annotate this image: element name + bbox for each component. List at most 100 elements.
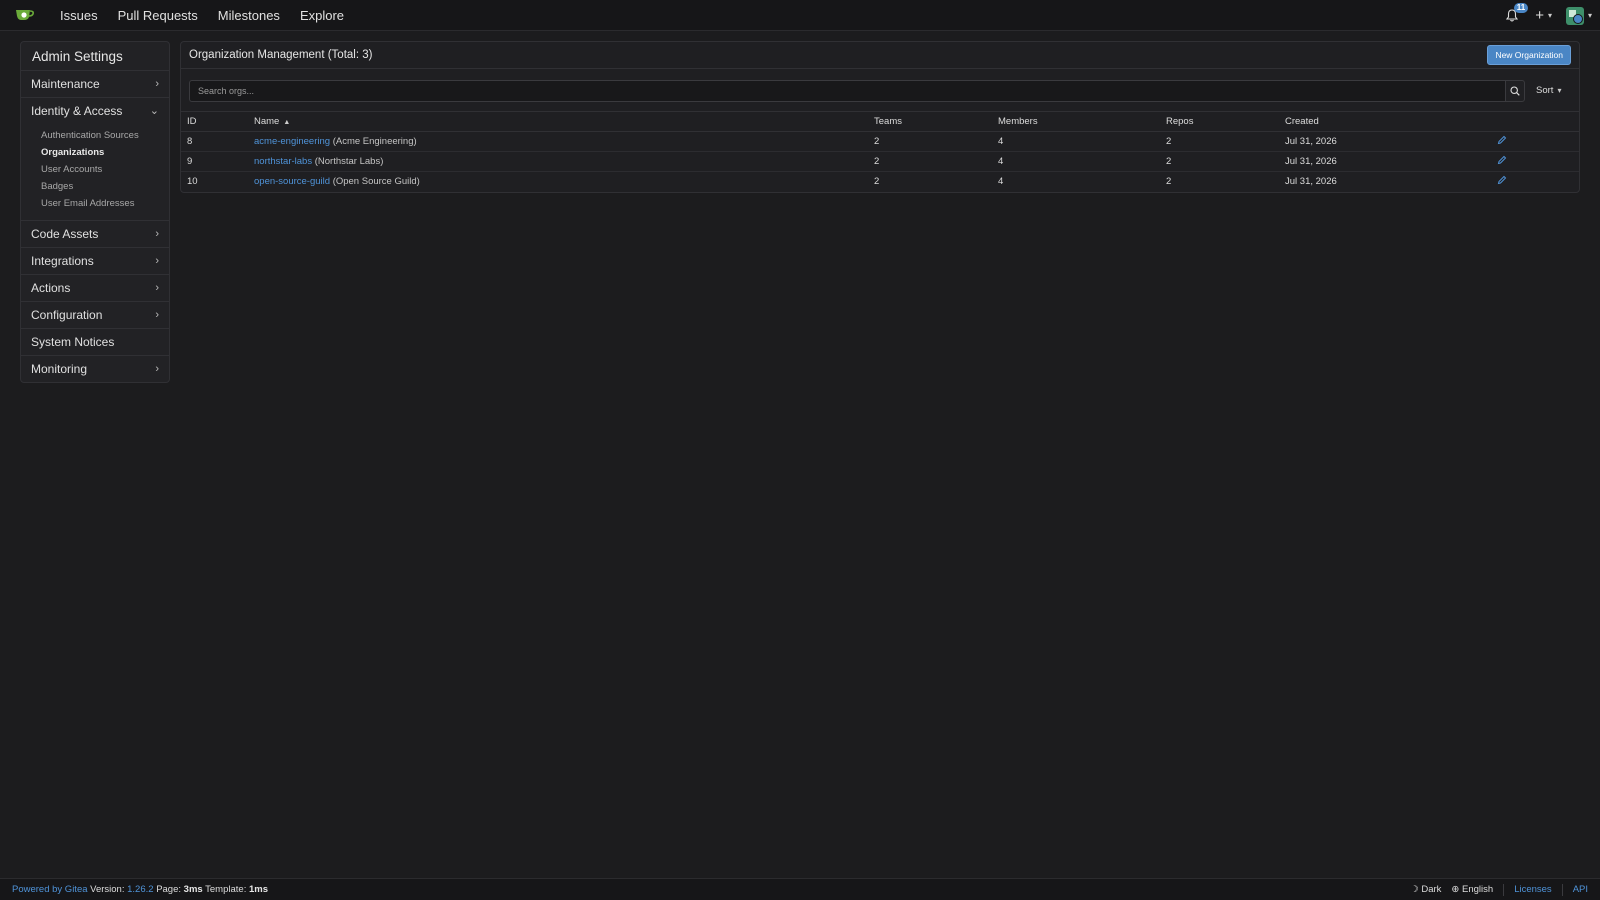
sidebar-item-label: Identity & Access [31,104,123,118]
sort-ascending-icon: ▲ [283,119,291,126]
nav-pull-requests[interactable]: Pull Requests [108,0,208,31]
footer-divider [1561,883,1563,896]
sidebar-item-code-assets[interactable]: Code Assets › [21,221,169,248]
org-name-cell: open-source-guild (Open Source Guild) [248,172,868,192]
edit-cell [1491,172,1579,192]
globe-icon: ⊕ [1451,884,1460,895]
table-row: 10 open-source-guild (Open Source Guild)… [181,172,1579,192]
api-link[interactable]: API [1573,879,1588,900]
sort-dropdown[interactable]: Sort ▾ [1536,80,1561,102]
edit-pencil-icon[interactable] [1497,175,1507,185]
sidebar-item-configuration[interactable]: Configuration › [21,302,169,329]
column-header-teams[interactable]: Teams [868,111,992,132]
search-icon [1510,86,1520,96]
panel-header: Organization Management (Total: 3) New O… [181,42,1579,69]
caret-down-icon: ▾ [1547,11,1552,20]
sidebar-subitem-user-accounts[interactable]: User Accounts [41,161,169,178]
chevron-right-icon: › [155,228,159,240]
language-label: English [1462,884,1494,895]
column-header-created[interactable]: Created [1279,111,1491,132]
org-repos: 2 [1160,151,1279,172]
nav-explore[interactable]: Explore [290,0,354,31]
search-bar: Sort ▾ [189,80,1573,102]
nav-right-group: 11 + ▾ ▾ [1503,0,1592,31]
sidebar-item-actions[interactable]: Actions › [21,275,169,302]
page-label: Page: [156,884,182,895]
sidebar-item-label: Monitoring [31,362,88,376]
sidebar-item-identity-access[interactable]: Identity & Access ⌄ Authentication Sourc… [21,98,169,221]
org-id: 10 [187,176,198,188]
new-organization-button[interactable]: New Organization [1487,45,1571,65]
sidebar-subitem-authentication-sources[interactable]: Authentication Sources [41,127,169,144]
search-input[interactable] [189,80,1505,102]
edit-pencil-icon[interactable] [1497,135,1507,145]
org-full-name: (Open Source Guild) [332,176,420,188]
chevron-right-icon: › [155,282,159,294]
footer-divider [1503,883,1505,896]
version-link[interactable]: 1.26.2 [127,884,153,895]
powered-by-link[interactable]: Powered by Gitea [12,884,88,895]
column-header-members[interactable]: Members [992,111,1160,132]
edit-pencil-icon[interactable] [1497,155,1507,165]
org-id: 9 [181,151,248,172]
chevron-right-icon: › [155,255,159,267]
org-name-cell: northstar-labs (Northstar Labs) [248,151,868,172]
moon-icon: ☽ [1410,884,1419,895]
chevron-right-icon: › [155,78,159,90]
sidebar-item-system-notices[interactable]: System Notices [21,329,169,356]
org-repos: 2 [1166,176,1172,188]
sidebar-title: Admin Settings [21,42,169,71]
template-label: Template: [205,884,247,895]
version-label: Version: [90,884,125,895]
org-management-panel: Organization Management (Total: 3) New O… [180,41,1580,193]
sidebar-item-monitoring[interactable]: Monitoring › [21,356,169,382]
template-time: 1ms [248,884,268,895]
theme-label: Dark [1421,884,1442,895]
sidebar-item-label: System Notices [31,335,115,349]
column-header-repos[interactable]: Repos [1160,111,1279,132]
sidebar-subitem-badges[interactable]: Badges [41,178,169,195]
create-menu-button[interactable]: + ▾ [1535,7,1552,24]
org-members: 4 [998,176,1004,188]
sidebar-subitem-user-email-addresses[interactable]: User Email Addresses [41,195,169,212]
column-header-id[interactable]: ID [181,111,248,132]
sidebar-item-integrations[interactable]: Integrations › [21,248,169,275]
sidebar-item-label: Integrations [31,254,94,268]
language-switcher[interactable]: ⊕ English [1451,879,1493,900]
org-name-link[interactable]: open-source-guild [254,176,330,187]
org-created: Jul 31, 2026 [1279,151,1491,172]
caret-down-icon: ▾ [1557,86,1562,95]
org-name-link[interactable]: northstar-labs [254,156,312,167]
org-teams: 2 [868,131,992,152]
nav-issues[interactable]: Issues [50,0,108,31]
footer-right: ☽ Dark ⊕ English Licenses API [1410,879,1588,900]
sidebar-item-maintenance[interactable]: Maintenance › [21,71,169,98]
org-teams: 2 [874,176,880,188]
org-full-name: (Northstar Labs) [314,156,384,167]
org-full-name: (Acme Engineering) [332,136,417,147]
organizations-table: ID Name ▲ Teams Members Repos Created 8 a… [181,111,1579,192]
licenses-link[interactable]: Licenses [1514,879,1552,900]
user-menu-button[interactable]: ▾ [1565,6,1592,25]
edit-cell [1491,131,1579,152]
sidebar-subitem-organizations[interactable]: Organizations [41,144,169,161]
notifications-button[interactable]: 11 [1503,2,1529,25]
admin-sidebar: Admin Settings Maintenance › Identity & … [20,41,170,383]
page-time: 3ms [183,884,203,895]
nav-milestones[interactable]: Milestones [208,0,290,31]
table-row: 8 acme-engineering (Acme Engineering) 2 … [181,131,1579,152]
gitea-logo-icon[interactable] [0,0,50,31]
column-header-name[interactable]: Name ▲ [248,111,868,132]
org-name-cell: acme-engineering (Acme Engineering) [248,131,868,152]
sidebar-item-label: Maintenance [31,77,100,91]
org-created: Jul 31, 2026 [1285,176,1337,188]
search-button[interactable] [1505,80,1525,102]
plus-icon: + [1535,7,1544,24]
column-header-name-label: Name [254,116,280,127]
theme-switcher[interactable]: ☽ Dark [1410,879,1441,900]
edit-cell [1491,151,1579,172]
org-members: 4 [992,131,1160,152]
sidebar-item-label: Actions [31,281,71,295]
org-name-link[interactable]: acme-engineering [254,136,330,147]
page-title: Organization Management (Total: 3) [189,49,373,61]
